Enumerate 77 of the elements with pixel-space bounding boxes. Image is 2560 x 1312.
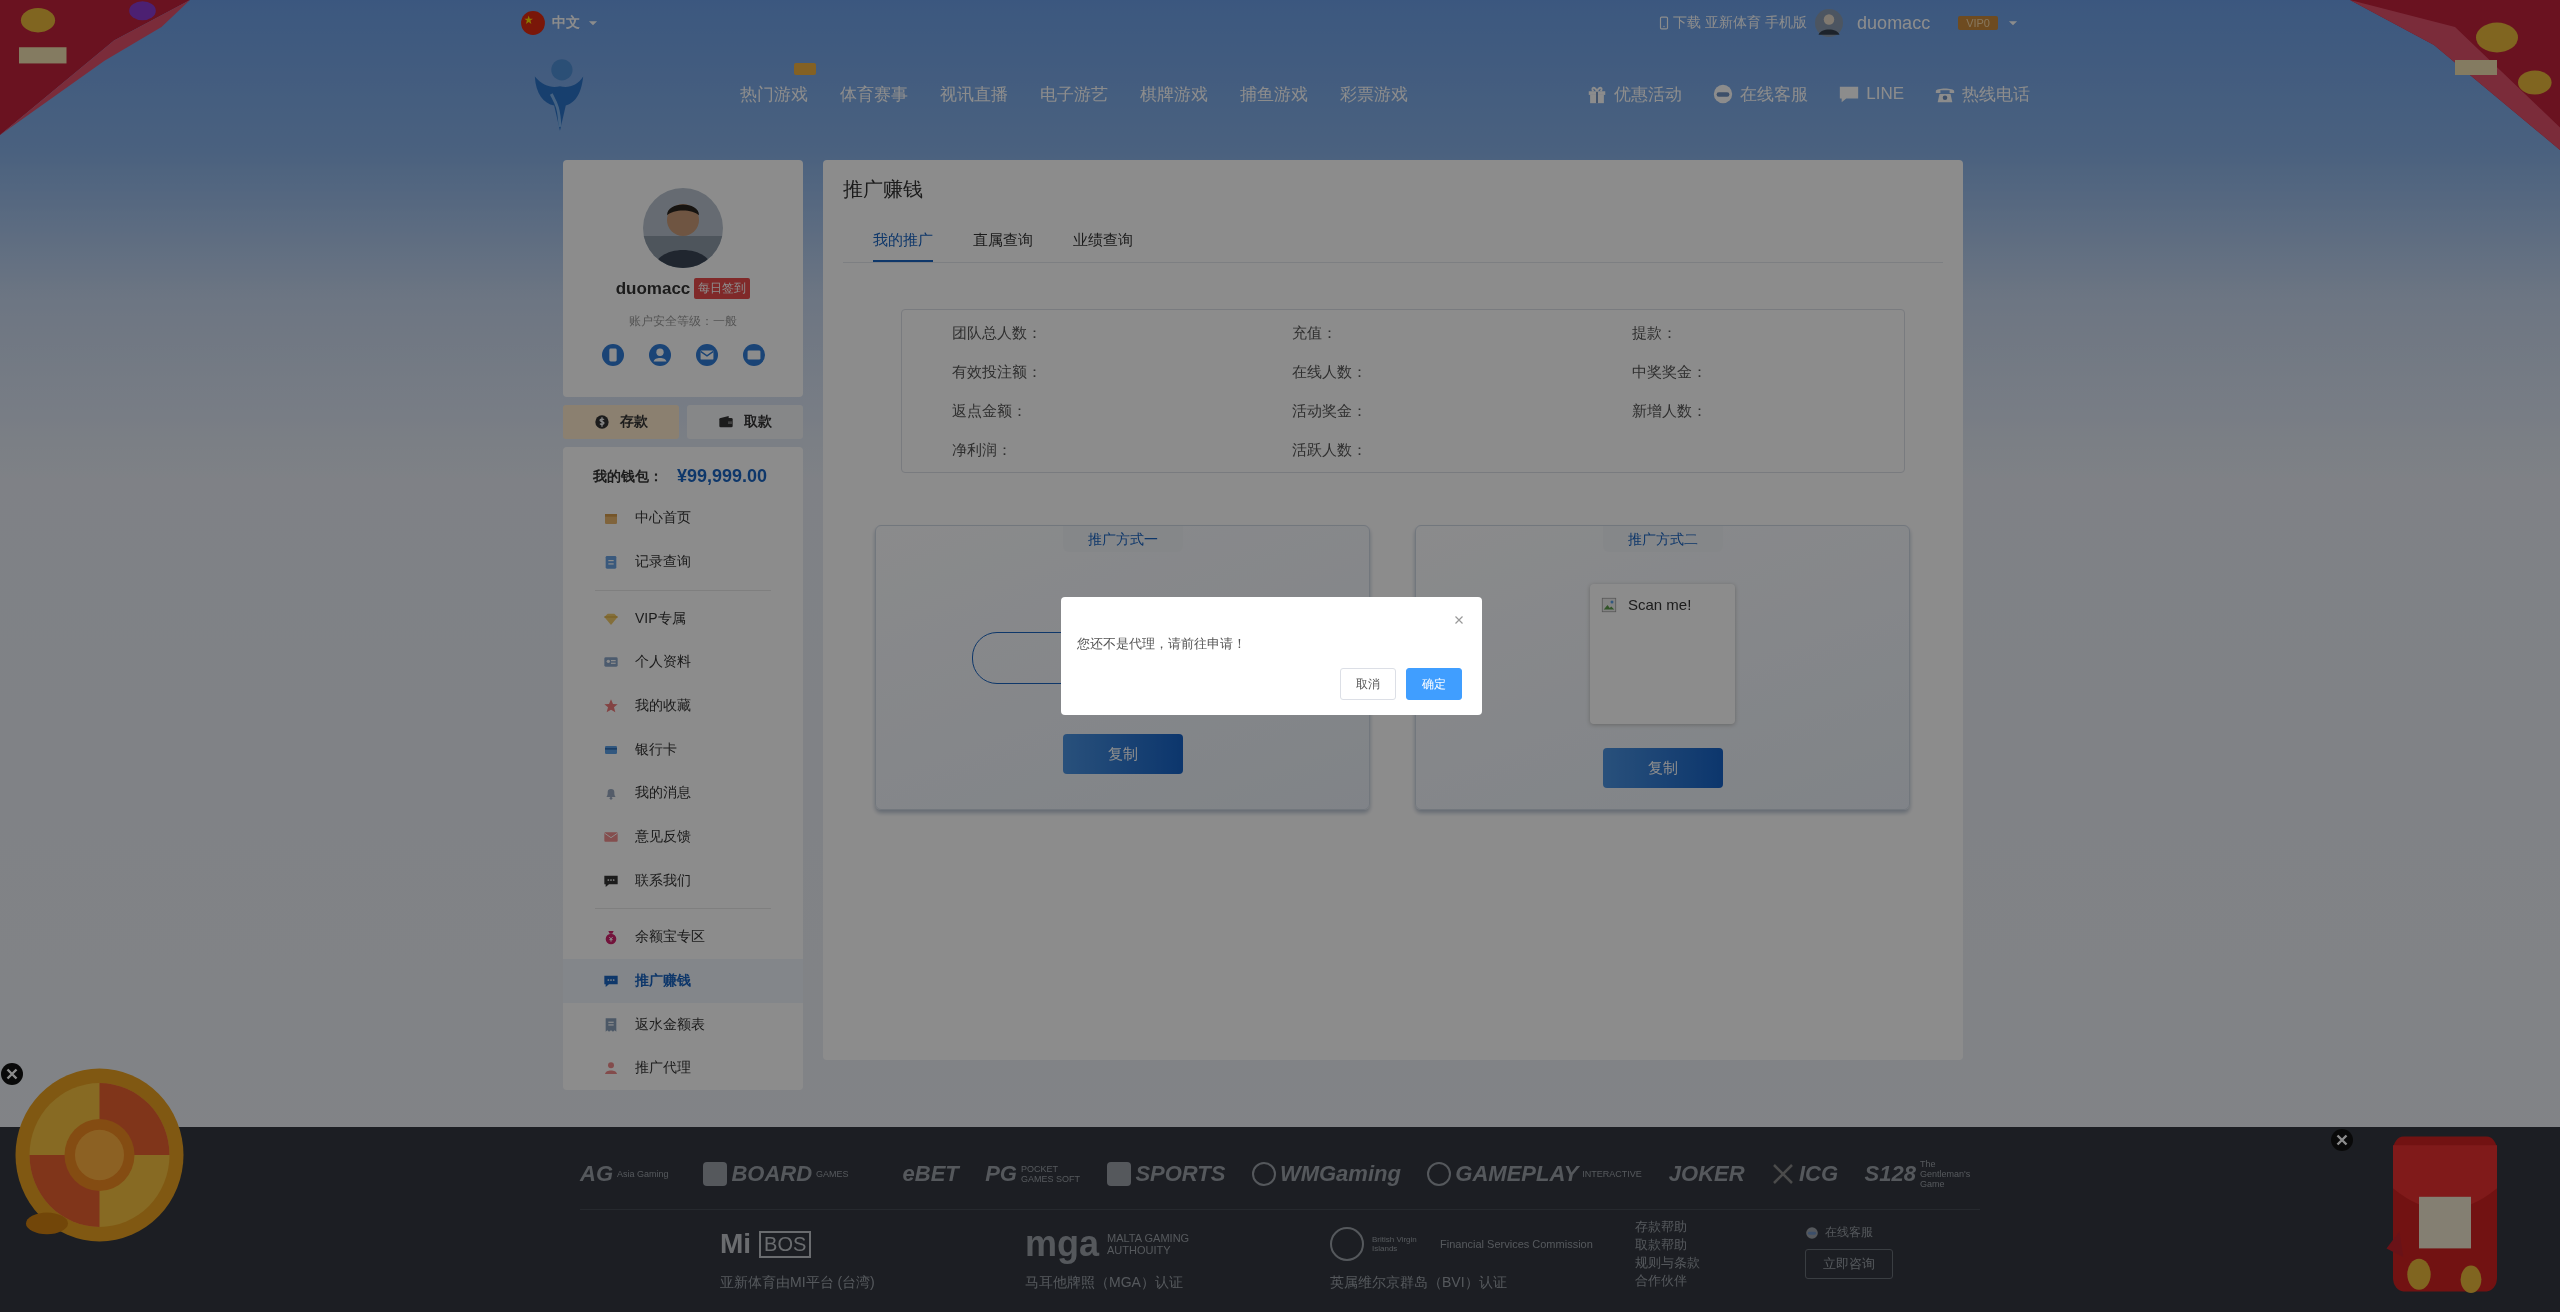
dialog-message: 您还不是代理，请前往申请！ bbox=[1077, 635, 1247, 653]
stat-label: 有效投注额： bbox=[952, 363, 1043, 382]
partner-logo: JOKER bbox=[1668, 1161, 1745, 1187]
download-link[interactable]: 下载 亚新体育 手机版 bbox=[1657, 14, 1808, 32]
receipt-icon bbox=[603, 1016, 619, 1033]
stat-label: 活跃人数： bbox=[1292, 441, 1368, 460]
money-bag-icon bbox=[603, 929, 619, 946]
stat-label: 在线人数： bbox=[1292, 363, 1368, 382]
close-icon[interactable] bbox=[2330, 1128, 2354, 1152]
partner-logo: SPORTS bbox=[1107, 1161, 1226, 1187]
menu-item[interactable]: 中心首页 bbox=[563, 496, 803, 541]
nav-link[interactable]: 体育赛事 bbox=[840, 82, 908, 106]
stat-label: 提款： bbox=[1632, 324, 1678, 343]
copy-button[interactable]: 复制 bbox=[1062, 734, 1183, 774]
stat-label: 活动奖金： bbox=[1292, 402, 1368, 421]
nav-link[interactable]: 棋牌游戏 bbox=[1140, 82, 1208, 106]
close-icon[interactable] bbox=[0, 1062, 24, 1086]
mobile-icon[interactable] bbox=[601, 344, 624, 366]
withdraw-button[interactable]: 取款 bbox=[687, 405, 803, 439]
nav-link[interactable]: 热门游戏 bbox=[740, 82, 808, 106]
nav-link[interactable]: 热线电话 bbox=[1934, 82, 2030, 106]
menu-item[interactable]: 余额宝专区 bbox=[563, 915, 803, 960]
stat-label: 净利润： bbox=[952, 441, 1013, 460]
clipboard-icon bbox=[603, 554, 619, 571]
page-title: 推广赚钱 bbox=[843, 177, 924, 202]
username[interactable]: duomacc bbox=[1857, 12, 1931, 34]
avatar-icon bbox=[1815, 9, 1844, 37]
check-in-button[interactable]: 每日签到 bbox=[694, 278, 751, 299]
menu-item[interactable]: 我的收藏 bbox=[563, 684, 803, 728]
nav-link[interactable]: 在线客服 bbox=[1712, 82, 1809, 106]
menu-item[interactable]: 推广赚钱 bbox=[563, 959, 803, 1003]
language-selector[interactable]: 中文 bbox=[520, 10, 600, 36]
nav-link[interactable]: 电子游艺 bbox=[1040, 82, 1108, 106]
menu-item[interactable]: 银行卡 bbox=[563, 727, 803, 772]
nav-link[interactable]: LINE bbox=[1838, 82, 1904, 106]
menu-item[interactable]: 个人资料 bbox=[563, 640, 803, 685]
partner-logo: WMGaming bbox=[1251, 1161, 1401, 1187]
stat-label: 充值： bbox=[1292, 324, 1338, 343]
menu-item[interactable]: 联系我们 bbox=[563, 858, 803, 903]
wallet-icon bbox=[718, 414, 734, 430]
tab[interactable]: 业绩查询 bbox=[1073, 231, 1133, 262]
menu-item[interactable]: 记录查询 bbox=[563, 540, 803, 584]
cancel-button[interactable]: 取消 bbox=[1340, 668, 1396, 700]
stat-label: 新增人数： bbox=[1632, 402, 1708, 421]
wallet-label: 我的钱包： bbox=[593, 467, 663, 486]
vip-badge: VIP0 bbox=[1958, 16, 1998, 30]
nav-link[interactable]: 捕鱼游戏 bbox=[1240, 82, 1308, 106]
nav-link[interactable]: 彩票游戏 bbox=[1340, 82, 1408, 106]
coin-icon bbox=[594, 414, 610, 430]
deposit-button[interactable]: 存款 bbox=[563, 405, 679, 439]
confirm-button[interactable]: 确定 bbox=[1406, 668, 1462, 700]
license-logo: Mi BOS bbox=[720, 1224, 1025, 1264]
menu-item[interactable]: 推广代理 bbox=[563, 1046, 803, 1090]
stat-label: 团队总人数： bbox=[952, 324, 1043, 343]
broken-image-icon bbox=[1600, 596, 1618, 614]
menu-item[interactable]: 返水金额表 bbox=[563, 1002, 803, 1047]
wallet-balance: ¥99,999.00 bbox=[677, 466, 768, 488]
partner-logo: eBET bbox=[902, 1161, 959, 1187]
user-icon[interactable] bbox=[648, 344, 671, 366]
nav-link[interactable]: 视讯直播 bbox=[940, 82, 1008, 106]
person-icon bbox=[603, 1060, 619, 1077]
stat-label: 返点金额： bbox=[952, 402, 1028, 421]
tab[interactable]: 直属查询 bbox=[973, 231, 1033, 262]
stat-label: 中奖奖金： bbox=[1632, 363, 1708, 382]
menu-item[interactable]: VIP专属 bbox=[563, 596, 803, 641]
partner-logo: ICG bbox=[1771, 1161, 1839, 1187]
copy-button[interactable]: 复制 bbox=[1602, 748, 1723, 788]
flag-icon bbox=[520, 10, 546, 36]
star-icon bbox=[603, 698, 619, 715]
menu-item[interactable]: 意见反馈 bbox=[563, 815, 803, 859]
alt-text: Scan me! bbox=[1628, 596, 1692, 613]
card-icon[interactable] bbox=[742, 344, 765, 366]
username: duomacc bbox=[615, 278, 691, 299]
tab[interactable]: 我的推广 bbox=[873, 231, 933, 262]
mail-icon[interactable] bbox=[695, 344, 718, 366]
nav-link[interactable]: 优惠活动 bbox=[1586, 82, 1683, 106]
menu-item[interactable]: 我的消息 bbox=[563, 771, 803, 816]
